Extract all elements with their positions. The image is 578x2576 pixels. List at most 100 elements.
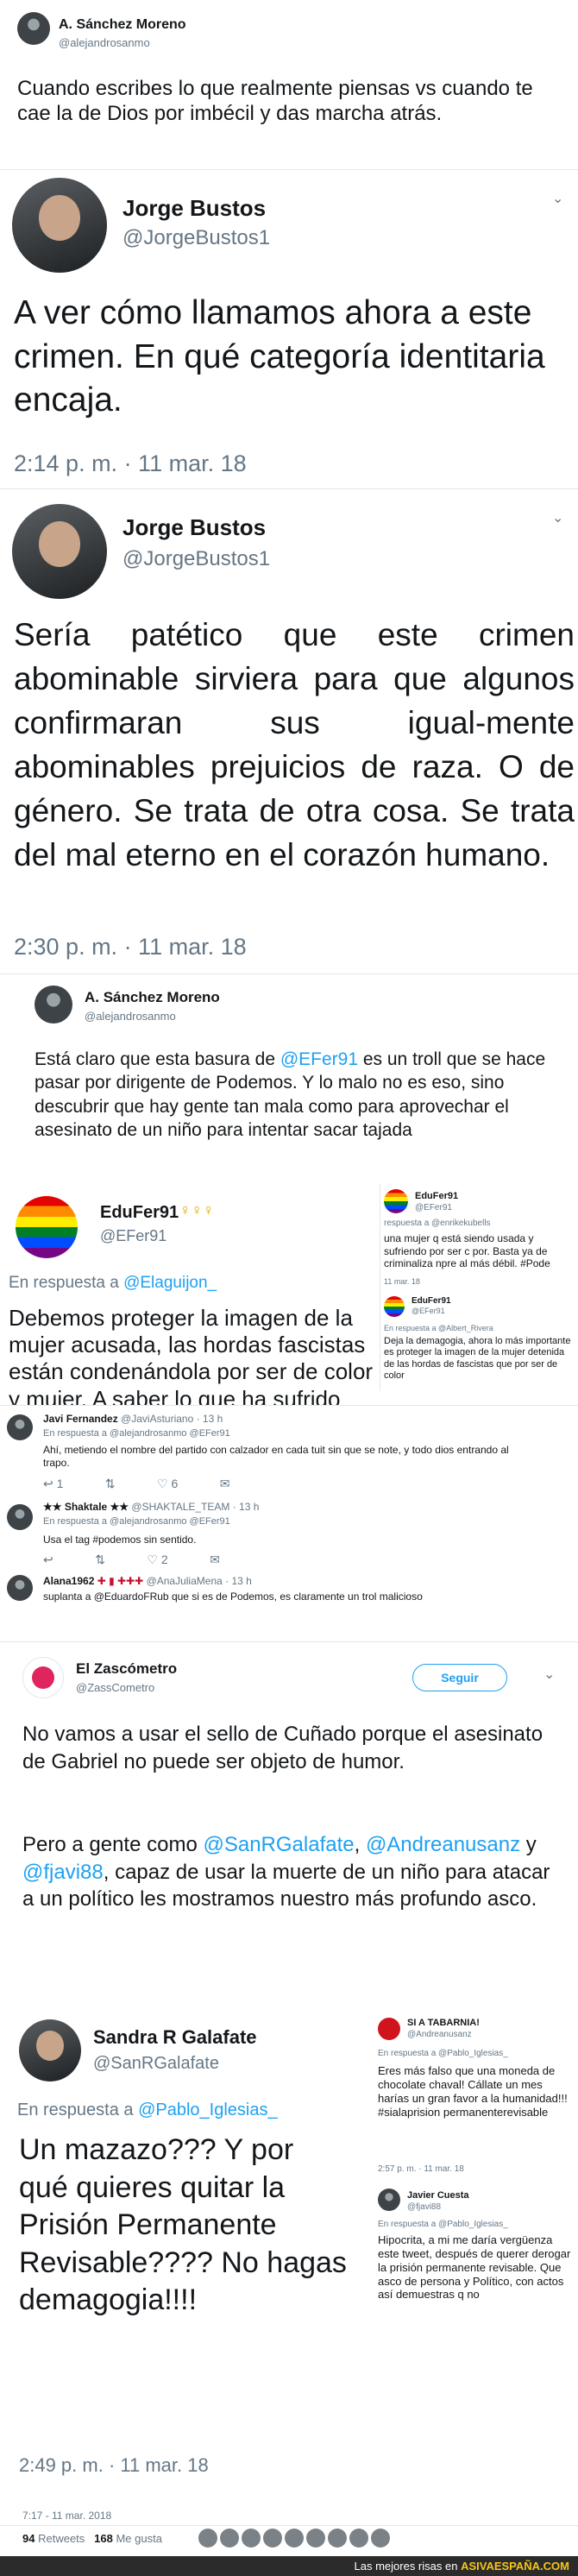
reply-to-line: En respuesta a @alejandrosanmo @EFer91	[43, 1516, 230, 1527]
message-icon[interactable]: ✉	[220, 1477, 230, 1491]
author-name[interactable]: EduFer91	[100, 1203, 179, 1223]
author-name[interactable]: SI A TABARNIA!	[407, 2018, 480, 2028]
chevron-down-icon[interactable]: ⌄	[543, 1666, 555, 1683]
tweet-text-part: ,	[354, 1833, 366, 1856]
tweet-text: A ver cómo llamamos ahora a este crimen.…	[14, 294, 545, 419]
author-name[interactable]: A. Sánchez Moreno	[59, 17, 186, 33]
avatar[interactable]	[384, 1189, 408, 1213]
author-handle[interactable]: @SanRGalafate	[93, 2054, 219, 2074]
chevron-down-icon[interactable]: ⌄	[552, 509, 563, 526]
avatar[interactable]	[371, 2529, 390, 2548]
author-name[interactable]: Jorge Bustos	[123, 514, 266, 541]
footer-brand[interactable]: ASIVAESPAÑA.COM	[461, 2560, 569, 2573]
author-name[interactable]: Alana1962	[43, 1575, 94, 1587]
avatar[interactable]	[22, 1657, 64, 1698]
avatar[interactable]	[384, 1296, 405, 1317]
author-name[interactable]: Sandra R Galafate	[93, 2026, 257, 2049]
mention-link[interactable]: @Pablo_Iglesias_	[138, 2100, 278, 2119]
like-icon[interactable]: ♡ 6	[157, 1477, 178, 1491]
author-handle[interactable]: @AnaJuliaMena · 13 h	[147, 1575, 252, 1587]
retweets-label[interactable]: Retweets	[38, 2532, 85, 2545]
author-name[interactable]: A. Sánchez Moreno	[85, 989, 220, 1006]
reply-to-line: En respuesta a @Albert_Rivera	[384, 1324, 493, 1332]
author-name[interactable]: ★★ Shaktale ★★	[43, 1501, 129, 1513]
avatar[interactable]	[378, 2018, 400, 2040]
author-handle[interactable]: @alejandrosanmo	[59, 36, 150, 49]
likes-label[interactable]: Me gusta	[116, 2532, 161, 2545]
avatar[interactable]	[349, 2529, 368, 2548]
mention-link[interactable]: @EFer91	[280, 1049, 358, 1069]
avatar[interactable]	[242, 2529, 261, 2548]
author-name[interactable]: Javier Cuesta	[407, 2190, 469, 2201]
mention-link[interactable]: @SanRGalafate	[203, 1833, 354, 1856]
author-handle[interactable]: @JaviAsturiano · 13 h	[121, 1413, 223, 1425]
reply-list: Javi Fernandez @JaviAsturiano · 13 h En …	[0, 1405, 578, 1603]
avatar[interactable]	[12, 178, 107, 273]
site-footer: Las mejores risas en ASIVAESPAÑA.COM	[0, 2556, 578, 2576]
avatar[interactable]	[17, 12, 50, 45]
avatar[interactable]	[306, 2529, 325, 2548]
author-name[interactable]: Jorge Bustos	[123, 195, 266, 222]
reply-icon[interactable]: ↩ 1	[43, 1477, 63, 1491]
tweet-timestamp[interactable]: 2:49 p. m. · 11 mar. 18	[19, 2454, 209, 2477]
tweet-timestamp[interactable]: 2:30 p. m. · 11 mar. 18	[14, 934, 247, 960]
message-icon[interactable]: ✉	[210, 1553, 220, 1567]
reply-count: 1	[56, 1477, 64, 1490]
chevron-down-icon[interactable]: ⌄	[552, 190, 563, 207]
author-handle[interactable]: @alejandrosanmo	[85, 1010, 176, 1023]
quoted-screenshot: Sandra R Galafate @SanRGalafate En respu…	[0, 2004, 362, 2504]
retweet-icon[interactable]: ⇅	[105, 1477, 116, 1491]
author-handle[interactable]: @JorgeBustos1	[123, 547, 270, 571]
follow-button[interactable]: Seguir	[412, 1664, 507, 1691]
mention-link[interactable]: @Andreanusanz	[366, 1833, 520, 1856]
author-name[interactable]: EduFer91	[412, 1296, 451, 1306]
author-handle[interactable]: @SHAKTALE_TEAM · 13 h	[131, 1501, 259, 1513]
reply-to-line: En respuesta a @alejandrosanmo @EFer91	[43, 1428, 230, 1439]
avatar[interactable]	[19, 2019, 81, 2082]
like-count: 2	[160, 1553, 168, 1566]
reply-to-line: En respuesta a @Pablo_Iglesias_	[17, 2100, 278, 2120]
tweet-text: Ahí, metiendo el nombre del partido con …	[43, 1444, 509, 1469]
likes-count: 168	[94, 2532, 113, 2545]
tweet-text: Debemos proteger la imagen de la mujer a…	[9, 1305, 374, 1405]
author-handle[interactable]: @EFer91	[100, 1227, 166, 1245]
avatar[interactable]	[7, 1414, 33, 1440]
tweet-timestamp[interactable]: 7:17 - 11 mar. 2018	[22, 2510, 111, 2522]
avatar[interactable]	[378, 2189, 400, 2211]
author-handle[interactable]: @fjavi88	[407, 2202, 441, 2212]
avatar[interactable]	[198, 2529, 217, 2548]
reply-header: ★★ Shaktale ★★ @SHAKTALE_TEAM · 13 h	[43, 1501, 259, 1513]
author-handle[interactable]: @ZassCometro	[76, 1681, 154, 1694]
avatar[interactable]	[328, 2529, 347, 2548]
quoted-screenshot: EduFer91 ♀♀♀ @EFer91 En respuesta a @Ela…	[0, 1184, 380, 1405]
author-handle[interactable]: @JorgeBustos1	[123, 226, 270, 250]
author-handle[interactable]: @Andreanusanz	[407, 2030, 472, 2039]
tweet-timestamp[interactable]: 11 mar. 18	[384, 1277, 420, 1286]
mention-link[interactable]: @Elaguijon_	[123, 1274, 217, 1292]
tweet-text: Eres más falso que una moneda de chocola…	[378, 2064, 568, 2119]
author-name[interactable]: EduFer91	[415, 1191, 458, 1201]
tweet-timestamp[interactable]: 2:57 p. m. · 11 mar. 18	[378, 2164, 464, 2174]
avatar[interactable]	[12, 504, 107, 599]
avatar[interactable]	[16, 1196, 78, 1258]
author-handle[interactable]: @EFer91	[412, 1307, 445, 1315]
avatar[interactable]	[35, 986, 72, 1023]
retweet-icon[interactable]: ⇅	[95, 1553, 105, 1567]
like-count: 6	[171, 1477, 179, 1490]
author-name[interactable]: Javi Fernandez	[43, 1413, 118, 1425]
avatar[interactable]	[285, 2529, 304, 2548]
author-name[interactable]: El Zascómetro	[76, 1660, 177, 1678]
avatar[interactable]	[7, 1575, 33, 1601]
avatar[interactable]	[263, 2529, 282, 2548]
avatar[interactable]	[7, 1504, 33, 1530]
flag-emoji: ✚ ▮ ✚✚✚	[97, 1575, 144, 1587]
like-icon[interactable]: ♡ 2	[147, 1553, 167, 1567]
reply-icon[interactable]: ↩	[43, 1553, 53, 1567]
mention-link[interactable]: @fjavi88	[22, 1861, 104, 1884]
author-handle[interactable]: @EFer91	[415, 1203, 452, 1212]
tweet-text: suplanta a @EduardoFRub que si es de Pod…	[43, 1590, 423, 1603]
tweet-text: Pero a gente como @SanRGalafate, @Andrea…	[22, 1831, 557, 1913]
avatar[interactable]	[220, 2529, 239, 2548]
tweet-timestamp[interactable]: 2:14 p. m. · 11 mar. 18	[14, 450, 247, 477]
verified-emoji: ♀♀♀	[179, 1201, 215, 1219]
